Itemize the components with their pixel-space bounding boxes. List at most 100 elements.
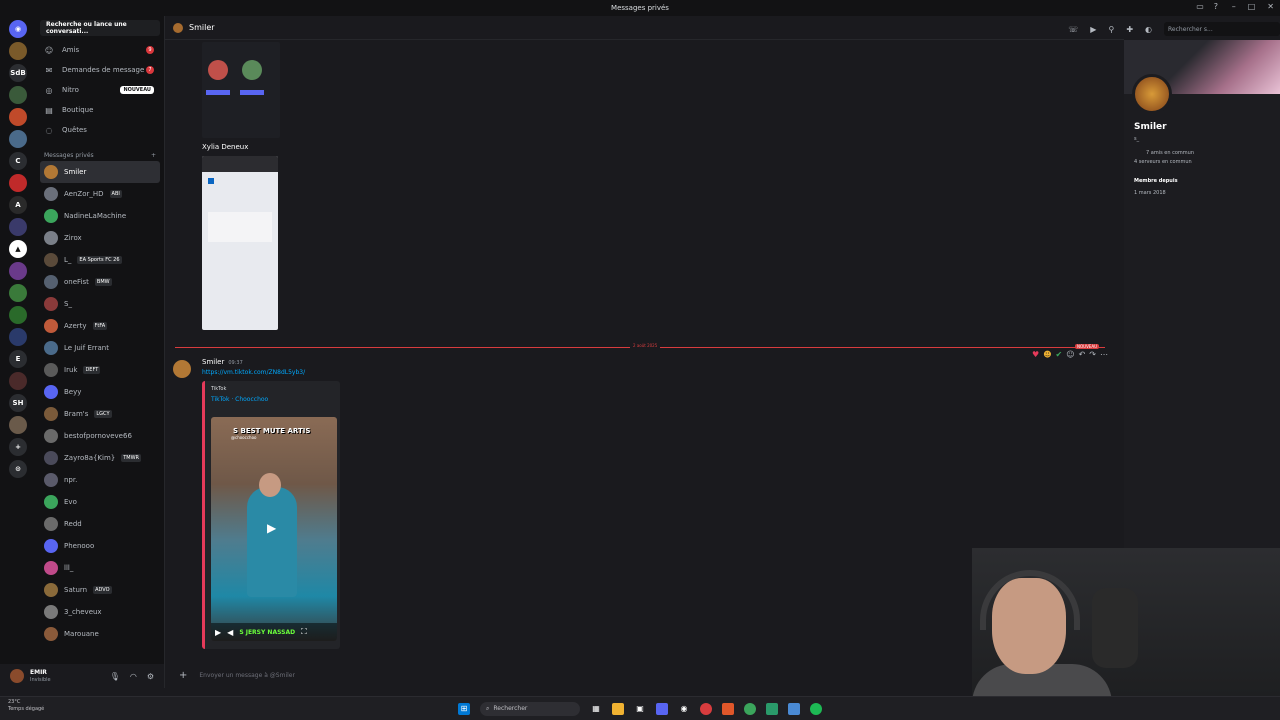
server-icon[interactable] [9,284,27,302]
app-icon[interactable] [700,702,712,715]
message-author[interactable]: Smiler 09:37 [202,358,243,366]
app-icon[interactable]: ▣ [634,703,646,715]
dm-item[interactable]: oneFist BMW [36,271,164,293]
avatar[interactable] [10,669,24,683]
nav-shop[interactable]: ▤ Boutique [36,100,164,120]
mutual-friends[interactable]: 7 amis en commun [1146,150,1194,156]
dm-item[interactable]: 3_cheveux [36,601,164,623]
add-reaction-icon[interactable]: ☺ [1066,350,1074,359]
image-attachment[interactable] [202,42,280,138]
volume-icon[interactable]: ◀ [227,628,233,637]
heart-reaction-icon[interactable]: ♥ [1032,350,1039,359]
server-icon[interactable]: SH [9,394,27,412]
steam-icon[interactable]: ◉ [678,703,690,715]
nav-nitro[interactable]: ◎ Nitro NOUVEAU [36,80,164,100]
dm-item[interactable]: S_ [36,293,164,315]
dm-item[interactable]: Evo [36,491,164,513]
dm-item[interactable]: Saturn ADVO [36,579,164,601]
forward-icon[interactable]: ↷ [1089,350,1096,359]
server-icon[interactable] [9,218,27,236]
author-name[interactable]: Xylia Deneux [202,143,248,151]
play-icon[interactable]: ▶ [267,521,276,535]
dm-item[interactable]: Le Juif Errant [36,337,164,359]
add-attachment-icon[interactable]: + [179,670,187,681]
avatar[interactable] [1132,74,1172,114]
pin-icon[interactable]: ⚲ [1108,25,1114,34]
search-input[interactable]: Rechercher s... [1164,22,1280,36]
inbox-icon[interactable]: ▭ [1196,2,1204,11]
server-icon[interactable] [9,306,27,324]
maximize-button[interactable]: □ [1248,2,1256,11]
dm-item[interactable]: Phenooo [36,535,164,557]
dm-item[interactable]: Beyy [36,381,164,403]
add-dm-icon[interactable]: + [151,152,156,159]
server-icon[interactable]: ▲ [9,240,27,258]
app-icon[interactable] [788,702,800,715]
headset-icon[interactable]: ◠ [130,672,137,681]
dm-item[interactable]: NadineLaMachine [36,205,164,227]
dm-item[interactable]: Marouane [36,623,164,645]
video-player[interactable]: S BEST MUTE ARTIS @choocchoo ▶ ▶ ◀ S JER… [211,417,337,641]
dm-item[interactable]: lll_ [36,557,164,579]
nav-message-requests[interactable]: ✉ Demandes de message 7 [36,60,164,80]
task-view-icon[interactable]: ▦ [590,703,602,715]
check-reaction-icon[interactable]: ✔ [1056,350,1063,359]
dm-item[interactable]: npr. [36,469,164,491]
search-input[interactable]: Recherche ou lance une conversati... [40,20,160,36]
discover-icon[interactable]: ⊙ [9,460,27,478]
composer-input[interactable]: Envoyer un message à @Smiler [199,672,295,679]
gear-icon[interactable]: ⚙ [147,672,154,681]
server-icon[interactable] [9,416,27,434]
server-icon[interactable] [9,328,27,346]
weather-widget[interactable]: 23°C Temps dégagé [8,699,44,712]
mutual-servers[interactable]: 4 serveurs en commun [1134,159,1192,165]
start-icon[interactable]: ⊞ [458,702,470,715]
server-icon[interactable] [9,42,27,60]
minimize-button[interactable]: – [1232,2,1236,11]
profile-icon[interactable]: ◐ [1145,25,1152,34]
image-attachment[interactable] [202,156,278,330]
chrome-icon[interactable] [744,702,756,715]
avatar[interactable] [173,360,191,378]
server-icon[interactable] [9,262,27,280]
home-button[interactable]: ◉ [9,20,27,38]
dm-item[interactable]: Zirox [36,227,164,249]
fullscreen-icon[interactable]: ⛶ [301,627,307,637]
dm-item[interactable]: Iruk DEFT [36,359,164,381]
server-icon[interactable] [9,174,27,192]
explorer-icon[interactable] [612,702,624,715]
server-icon[interactable] [9,130,27,148]
video-icon[interactable]: ▶ [1090,25,1096,34]
mic-icon[interactable]: 🎙 [110,672,120,681]
help-icon[interactable]: ? [1214,2,1218,11]
server-icon[interactable]: SdB [9,64,27,82]
dm-item[interactable]: Bram's LGCY [36,403,164,425]
dm-item[interactable]: bestofpornoveve66 [36,425,164,447]
close-button[interactable]: ✕ [1267,2,1274,11]
dm-item[interactable]: Smiler [40,161,160,183]
dm-item[interactable]: Azerty FtFA [36,315,164,337]
nav-friends[interactable]: ☺ Amis 9 [36,40,164,60]
play-icon[interactable]: ▶ [215,628,221,637]
server-icon[interactable]: C [9,152,27,170]
embed-title[interactable]: TikTok · Choocchoo [205,392,340,403]
app-icon[interactable] [722,702,734,715]
dm-item[interactable]: AenZor_HD ABI [36,183,164,205]
dm-item[interactable]: Redd [36,513,164,535]
reply-icon[interactable]: ↶ [1079,350,1086,359]
more-icon[interactable]: ⋯ [1100,350,1108,359]
dm-item[interactable]: Zayro8a{Kim} TMWR [36,447,164,469]
add-friend-icon[interactable]: ✚ [1126,25,1133,34]
server-icon[interactable]: E [9,350,27,368]
author-name[interactable]: Smiler [202,358,224,366]
server-icon[interactable] [9,108,27,126]
server-icon[interactable] [9,372,27,390]
spotify-icon[interactable] [810,702,822,715]
message-link[interactable]: https://vm.tiktok.com/ZN8dL5yb3/ [202,369,305,376]
add-server-icon[interactable]: + [9,438,27,456]
discord-icon[interactable] [656,702,668,715]
taskbar-search[interactable]: ⌕ Rechercher [480,701,580,716]
call-icon[interactable]: ☏ [1068,25,1078,34]
app-icon[interactable] [766,702,778,715]
server-icon[interactable]: A [9,196,27,214]
